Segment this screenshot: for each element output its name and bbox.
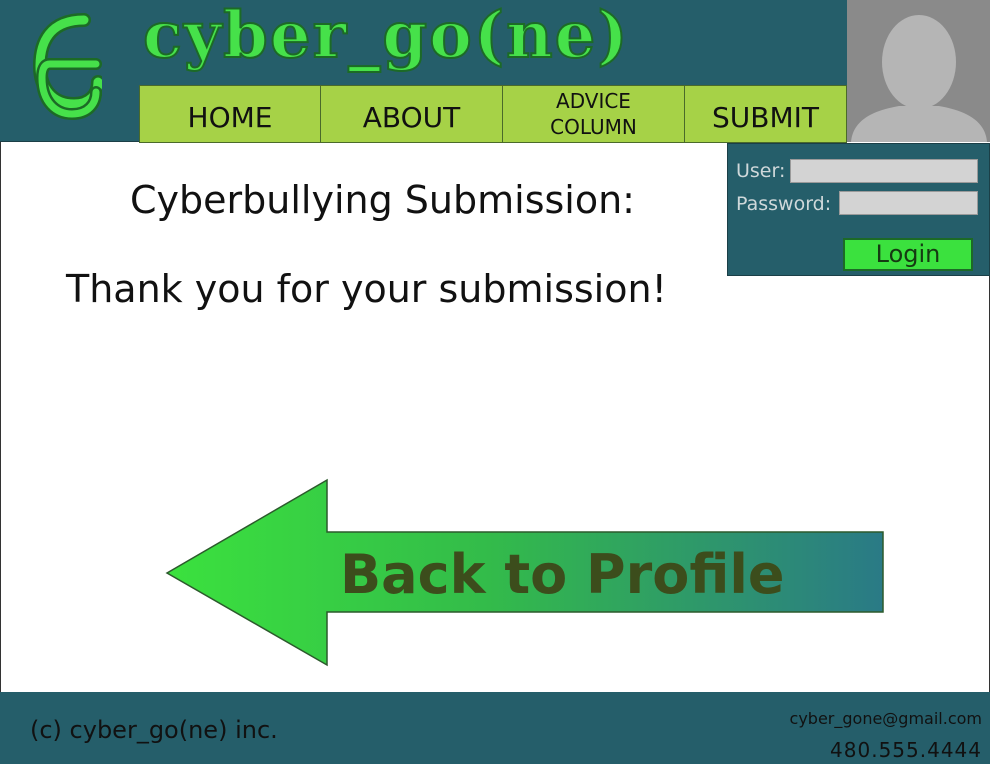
confirmation-message: Thank you for your submission!	[66, 267, 667, 311]
cg-logo-icon[interactable]	[30, 12, 102, 122]
copyright-text: (c) cyber_go(ne) inc.	[30, 716, 278, 744]
brand-title[interactable]: cyber_go(ne)	[142, 0, 630, 80]
page-title: Cyberbullying Submission:	[130, 178, 635, 222]
nav-submit[interactable]: SUBMIT	[685, 85, 847, 143]
contact-phone: 480.555.4444	[830, 738, 982, 762]
footer: (c) cyber_go(ne) inc. cyber_gone@gmail.c…	[0, 692, 990, 764]
login-panel: User: Password: Login	[727, 143, 990, 276]
nav-about[interactable]: ABOUT	[321, 85, 503, 143]
main-nav: HOME ABOUT ADVICE COLUMN SUBMIT	[139, 85, 847, 143]
header: cyber_go(ne) HOME ABOUT ADVICE COLUMN SU…	[0, 0, 990, 143]
password-input[interactable]	[839, 191, 978, 215]
login-button[interactable]: Login	[843, 238, 973, 271]
user-input[interactable]	[790, 159, 978, 183]
left-arrow-icon[interactable]	[165, 478, 885, 668]
avatar[interactable]	[847, 0, 990, 142]
user-silhouette-icon	[847, 0, 990, 142]
nav-advice-column[interactable]: ADVICE COLUMN	[503, 85, 685, 143]
contact-email[interactable]: cyber_gone@gmail.com	[790, 709, 982, 728]
nav-home[interactable]: HOME	[139, 85, 321, 143]
content-border-left	[0, 142, 1, 692]
